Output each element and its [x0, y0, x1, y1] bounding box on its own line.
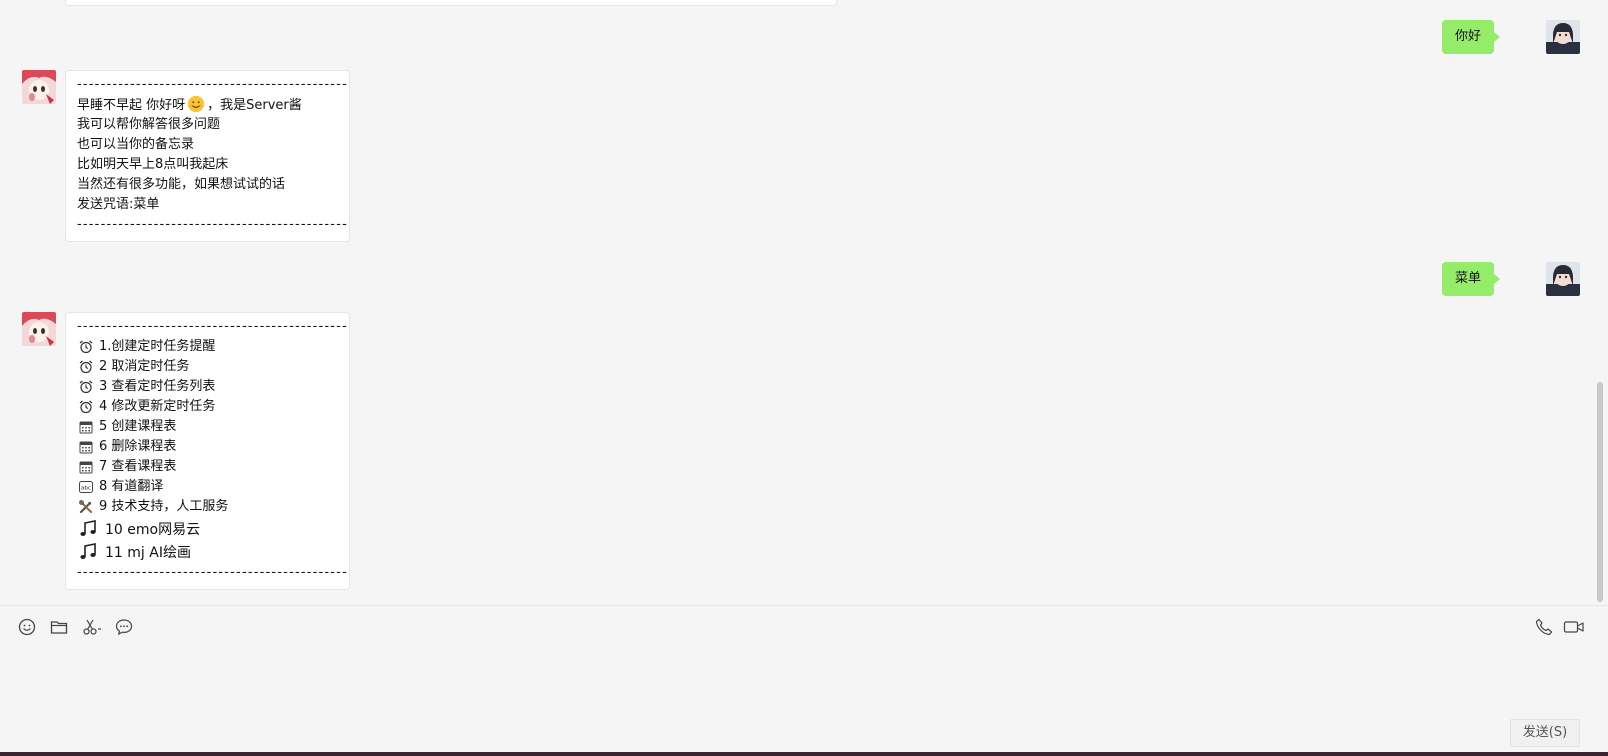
video-call-icon[interactable] [1561, 616, 1587, 638]
menu-item: 2 取消定时任务 [77, 357, 339, 377]
menu-item-label: 7 查看课程表 [99, 459, 177, 474]
send-button[interactable]: 发送(S) [1510, 719, 1580, 747]
message-input-area[interactable] [0, 650, 1608, 720]
menu-item: 4 修改更新定时任务 [77, 397, 339, 417]
greeting-text: 早睡不早起 你好呀 [77, 98, 186, 113]
menu-item-label: 5 创建课程表 [99, 419, 177, 434]
tools-icon [77, 500, 95, 514]
alarm-clock-icon [77, 360, 95, 374]
menu-item-label: 6 删除课程表 [99, 439, 177, 454]
alarm-clock-icon [77, 400, 95, 414]
my-avatar[interactable] [1546, 262, 1580, 296]
alarm-clock-icon [77, 340, 95, 354]
menu-item-label: 1.创建定时任务提醒 [99, 339, 216, 354]
previous-message-bubble [65, 0, 837, 6]
menu-item: abc 8 有道翻译 [77, 477, 339, 497]
menu-item-label: 8 有道翻译 [99, 479, 164, 494]
divider-text: ----------------------------------------… [77, 217, 348, 232]
message-line: 我可以帮你解答很多问题 [77, 117, 221, 132]
menu-item-label: 2 取消定时任务 [99, 359, 190, 374]
menu-item: 10 emo网易云 [77, 517, 339, 540]
input-divider [0, 605, 1608, 606]
emoji-icon[interactable] [16, 616, 38, 638]
message-text: 你好 [1454, 29, 1481, 44]
message-bubble-sent[interactable]: 菜单 [1441, 262, 1501, 296]
divider-text: ----------------------------------------… [77, 565, 348, 580]
voice-call-icon[interactable] [1533, 616, 1555, 638]
intro-text: ，我是Server酱 [207, 98, 302, 113]
menu-item: 9 技术支持，人工服务 [77, 497, 339, 517]
menu-item-label: 4 修改更新定时任务 [99, 399, 216, 414]
bot-avatar[interactable] [22, 70, 56, 104]
music-note-icon [77, 519, 99, 538]
message-line: 早睡不早起 你好呀 ，我是Server酱 [77, 95, 339, 115]
message-line: 发送咒语:菜单 [77, 197, 160, 212]
divider-text: ----------------------------------------… [77, 77, 348, 92]
taskbar-edge [0, 752, 1608, 756]
chat-scrollbar[interactable] [1597, 382, 1603, 602]
message-line: 当然还有很多功能，如果想试试的话 [77, 177, 286, 192]
menu-item-label: 9 技术支持，人工服务 [99, 499, 229, 514]
abc-icon: abc [77, 480, 95, 494]
smile-emoji [188, 95, 205, 113]
message-bubble-received[interactable]: ----------------------------------------… [65, 70, 350, 242]
screenshot-scissors-icon[interactable] [81, 616, 103, 638]
menu-item: 7 查看课程表 [77, 457, 339, 477]
message-bubble-sent[interactable]: 你好 [1441, 20, 1501, 54]
chat-history-icon[interactable] [113, 616, 135, 638]
menu-item: 5 创建课程表 [77, 417, 339, 437]
menu-item-label: 11 mj AI绘画 [105, 544, 191, 561]
chat-message-area[interactable]: 你好 -------------------------------------… [0, 0, 1608, 605]
folder-icon[interactable] [48, 616, 70, 638]
divider-text: ----------------------------------------… [77, 319, 348, 334]
bot-avatar[interactable] [22, 312, 56, 346]
my-avatar[interactable] [1546, 20, 1580, 54]
menu-message-bubble[interactable]: ----------------------------------------… [65, 312, 350, 590]
calendar-icon [77, 420, 95, 434]
menu-item: 6 删除课程表 [77, 437, 339, 457]
menu-item: 1.创建定时任务提醒 [77, 337, 339, 357]
message-line: 比如明天早上8点叫我起床 [77, 157, 229, 172]
message-text: 菜单 [1454, 271, 1481, 286]
alarm-clock-icon [77, 380, 95, 394]
menu-item: 3 查看定时任务列表 [77, 377, 339, 397]
calendar-icon [77, 440, 95, 454]
message-line: 也可以当你的备忘录 [77, 137, 195, 152]
svg-text:abc: abc [81, 486, 91, 492]
calendar-icon [77, 460, 95, 474]
menu-item-label: 3 查看定时任务列表 [99, 379, 216, 394]
menu-item-label: 10 emo网易云 [105, 521, 201, 538]
menu-item: 11 mj AI绘画 [77, 540, 339, 563]
music-note-icon [77, 542, 99, 561]
